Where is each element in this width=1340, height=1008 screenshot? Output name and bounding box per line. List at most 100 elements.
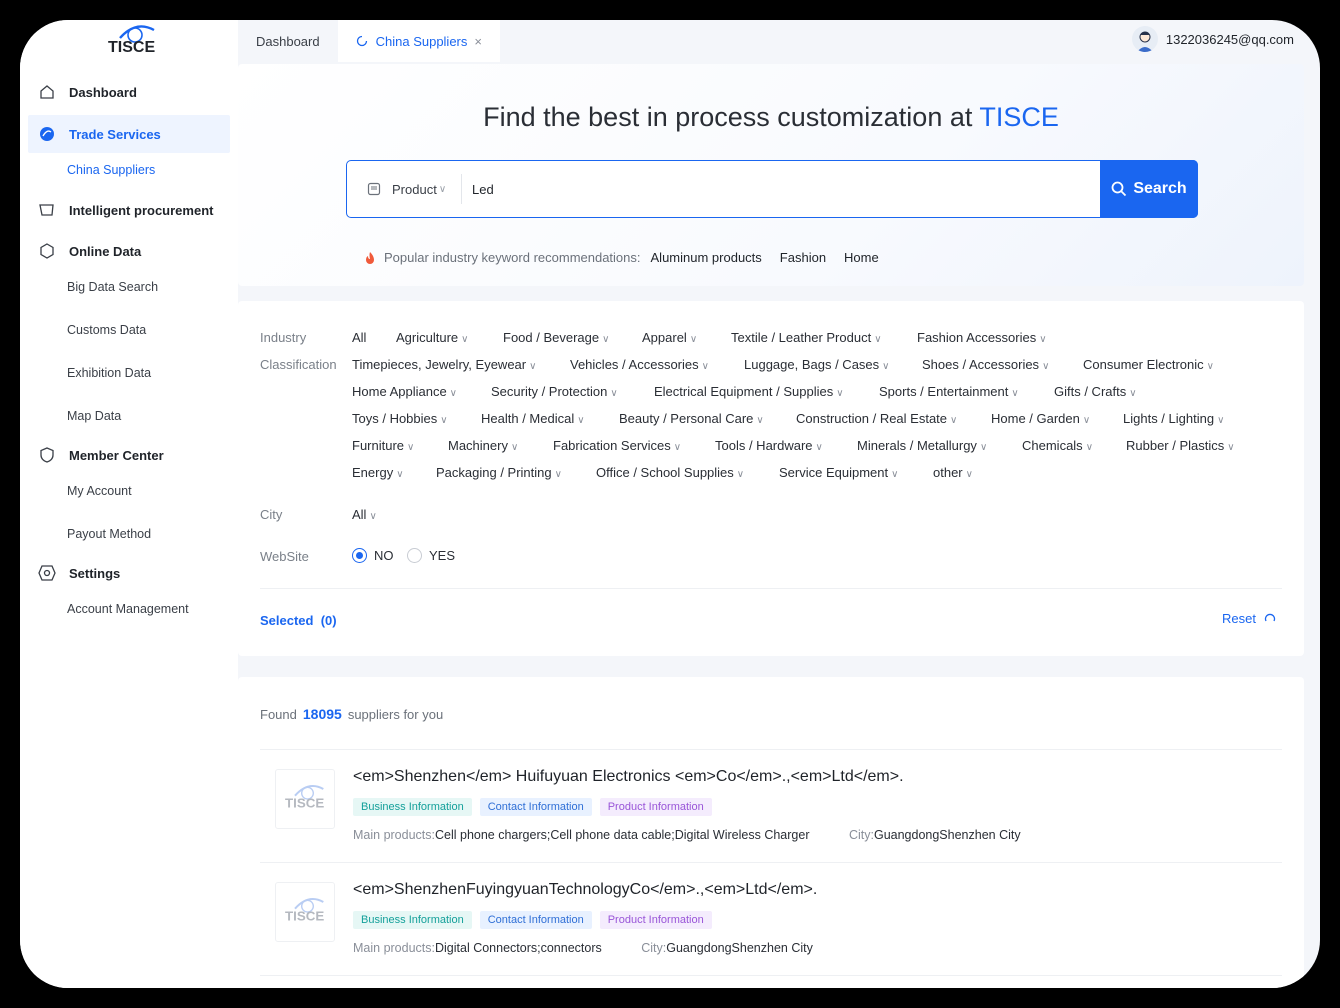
- sidebar-item-exhibition-data[interactable]: Exhibition Data: [67, 366, 151, 380]
- sidebar-item-big-data-search[interactable]: Big Data Search: [67, 280, 158, 294]
- contact-info-tag[interactable]: Contact Information: [479, 798, 592, 816]
- info-tags: Business Information Contact Information…: [353, 911, 720, 929]
- category-option[interactable]: Apparel ∨: [642, 330, 697, 345]
- category-option[interactable]: Chemicals ∨: [1022, 438, 1093, 453]
- category-option[interactable]: Machinery ∨: [448, 438, 518, 453]
- category-option[interactable]: Consumer Electronic ∨: [1083, 357, 1214, 372]
- supplier-meta: Main products:Cell phone chargers;Cell p…: [353, 828, 1021, 842]
- category-option[interactable]: Electrical Equipment / Supplies ∨: [654, 384, 844, 399]
- sidebar-item-customs-data[interactable]: Customs Data: [67, 323, 146, 337]
- sidebar-item-dashboard[interactable]: Dashboard: [28, 73, 230, 111]
- sidebar: TISCE Dashboard Trade Services China Sup…: [20, 20, 238, 988]
- contact-info-tag[interactable]: Contact Information: [479, 911, 592, 929]
- product-info-tag[interactable]: Product Information: [599, 798, 712, 816]
- category-option[interactable]: Shoes / Accessories ∨: [922, 357, 1049, 372]
- city-label: City: [260, 507, 283, 522]
- category-option[interactable]: Timepieces, Jewelry, Eyewear ∨: [352, 357, 536, 372]
- tab-dashboard[interactable]: Dashboard: [238, 20, 338, 62]
- category-option[interactable]: Service Equipment ∨: [779, 465, 898, 480]
- category-option[interactable]: Fashion Accessories ∨: [917, 330, 1047, 345]
- website-yes-radio[interactable]: YES: [407, 548, 455, 563]
- category-option[interactable]: Health / Medical ∨: [481, 411, 585, 426]
- hexagon-icon: [36, 240, 58, 262]
- filter-panel: Industry Classification All Agriculture ∨…: [238, 301, 1304, 656]
- category-option[interactable]: All: [352, 330, 366, 345]
- category-option[interactable]: other ∨: [933, 465, 973, 480]
- sidebar-item-intelligent-procurement[interactable]: Intelligent procurement: [28, 191, 230, 229]
- sidebar-item-label: Settings: [69, 565, 121, 581]
- category-option[interactable]: Lights / Lighting ∨: [1123, 411, 1224, 426]
- keyword-link[interactable]: Home: [844, 250, 879, 265]
- app-window: TISCE Dashboard Trade Services China Sup…: [20, 20, 1320, 988]
- category-option[interactable]: Fabrication Services ∨: [553, 438, 681, 453]
- keyword-link[interactable]: Fashion: [780, 250, 826, 265]
- brand-name: TISCE: [979, 102, 1059, 132]
- category-option[interactable]: Tools / Hardware ∨: [715, 438, 823, 453]
- gear-icon: [36, 562, 58, 584]
- category-option[interactable]: Furniture ∨: [352, 438, 414, 453]
- category-option[interactable]: Construction / Real Estate ∨: [796, 411, 957, 426]
- category-option[interactable]: Agriculture ∨: [396, 330, 468, 345]
- sidebar-item-account-management[interactable]: Account Management: [67, 602, 189, 616]
- search-icon: [1111, 181, 1127, 197]
- search-input[interactable]: [462, 174, 1197, 204]
- category-option[interactable]: Security / Protection ∨: [491, 384, 618, 399]
- category-option[interactable]: Vehicles / Accessories ∨: [570, 357, 709, 372]
- website-no-radio[interactable]: NO: [352, 548, 394, 563]
- category-option[interactable]: Office / School Supplies ∨: [596, 465, 744, 480]
- business-info-tag[interactable]: Business Information: [353, 911, 472, 929]
- website-label: WebSite: [260, 549, 309, 564]
- results-summary: Found 18095 suppliers for you: [260, 706, 444, 722]
- selected-count: Selected (0): [260, 613, 337, 628]
- sidebar-item-settings[interactable]: Settings: [28, 554, 230, 592]
- close-icon[interactable]: ×: [474, 34, 482, 49]
- category-option[interactable]: Gifts / Crafts ∨: [1054, 384, 1137, 399]
- search-type-select[interactable]: Product ∨: [347, 174, 462, 204]
- category-option[interactable]: Packaging / Printing ∨: [436, 465, 562, 480]
- keyword-link[interactable]: Aluminum products: [651, 250, 762, 265]
- category-option[interactable]: Textile / Leather Product ∨: [731, 330, 882, 345]
- category-option[interactable]: Sports / Entertainment ∨: [879, 384, 1019, 399]
- basket-icon: [36, 199, 58, 221]
- sidebar-item-map-data[interactable]: Map Data: [67, 409, 121, 423]
- sidebar-item-china-suppliers[interactable]: China Suppliers: [67, 163, 155, 177]
- search-button[interactable]: Search: [1100, 160, 1198, 218]
- radio-unchecked-icon: [407, 548, 422, 563]
- search-box: Product ∨ Search: [346, 160, 1198, 218]
- divider: [260, 588, 1282, 589]
- sidebar-item-trade-services[interactable]: Trade Services: [28, 115, 230, 153]
- supplier-card[interactable]: TISCE <em>Shenzhen</em> Huifuyuan Electr…: [260, 750, 1282, 862]
- sidebar-item-payout-method[interactable]: Payout Method: [67, 527, 151, 541]
- chevron-down-icon: ∨: [438, 183, 447, 195]
- product-info-tag[interactable]: Product Information: [599, 911, 712, 929]
- supplier-name[interactable]: <em>Shenzhen</em> Huifuyuan Electronics …: [353, 768, 904, 786]
- sidebar-item-label: Online Data: [69, 243, 142, 259]
- supplier-name[interactable]: <em>ShenzhenFuyingyuanTechnologyCo</em>.…: [353, 881, 817, 899]
- city-select[interactable]: All ∨: [352, 507, 377, 522]
- category-option[interactable]: Rubber / Plastics ∨: [1126, 438, 1235, 453]
- user-menu[interactable]: 1322036245@qq.com: [1131, 26, 1294, 52]
- category-option[interactable]: Beauty / Personal Care ∨: [619, 411, 764, 426]
- tisce-logo[interactable]: TISCE: [102, 22, 162, 62]
- supplier-card[interactable]: TISCE <em>ShenzhenFuyingyuanTechnologyCo…: [260, 863, 1282, 975]
- category-option[interactable]: Home / Garden ∨: [991, 411, 1090, 426]
- category-option[interactable]: Luggage, Bags / Cases ∨: [744, 357, 889, 372]
- user-email: 1322036245@qq.com: [1165, 31, 1294, 47]
- supplier-logo: TISCE: [275, 882, 335, 942]
- category-option[interactable]: Toys / Hobbies ∨: [352, 411, 448, 426]
- svg-text:TISCE: TISCE: [285, 795, 324, 810]
- category-option[interactable]: Home Appliance ∨: [352, 384, 457, 399]
- results-count: 18095: [302, 706, 342, 722]
- business-info-tag[interactable]: Business Information: [353, 798, 472, 816]
- tab-china-suppliers[interactable]: China Suppliers ×: [337, 20, 500, 62]
- category-option[interactable]: Energy ∨: [352, 465, 404, 480]
- divider: [260, 975, 1282, 976]
- product-icon: [367, 182, 381, 196]
- sidebar-item-my-account[interactable]: My Account: [67, 484, 132, 498]
- category-option[interactable]: Minerals / Metallurgy ∨: [857, 438, 987, 453]
- category-option[interactable]: Food / Beverage ∨: [503, 330, 609, 345]
- sidebar-item-member-center[interactable]: Member Center: [28, 436, 230, 474]
- sidebar-item-online-data[interactable]: Online Data: [28, 232, 230, 270]
- search-hero: Find the best in process customization a…: [238, 64, 1304, 286]
- reset-button[interactable]: Reset: [1222, 611, 1276, 626]
